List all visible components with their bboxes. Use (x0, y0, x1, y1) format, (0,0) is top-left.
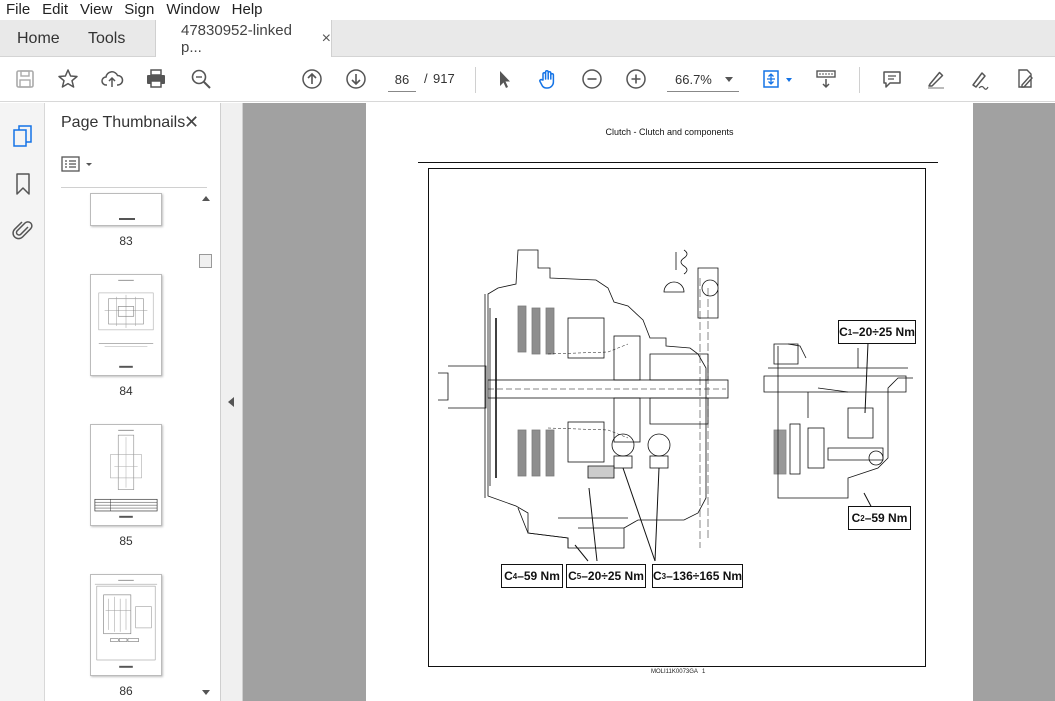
star-icon[interactable] (56, 67, 80, 91)
zoom-in-icon[interactable] (624, 67, 648, 91)
callout-c4-value: –59 Nm (517, 569, 560, 583)
next-page-icon[interactable] (344, 67, 368, 91)
callout-c3-letter: C (652, 569, 662, 583)
thumbnails-panel: Page Thumbnails ✕ 83 84 85 86 (45, 103, 221, 701)
hand-tool-icon[interactable] (536, 67, 560, 91)
tab-tools[interactable]: Tools (88, 20, 125, 57)
thumbnail-drawing-86 (94, 579, 158, 668)
header-rule (418, 162, 938, 163)
scrolling-mode-icon[interactable] (814, 67, 838, 91)
menu-edit[interactable]: Edit (36, 0, 74, 20)
chevron-down-icon (725, 77, 733, 82)
callout-c3-value: –136÷165 Nm (666, 569, 743, 583)
document-viewer[interactable]: Clutch - Clutch and components C 1 –20÷2… (243, 103, 1055, 701)
thumbnail-drawing-84 (98, 279, 154, 368)
thumbnail-label-86: 86 (119, 684, 133, 698)
panel-divider (61, 187, 207, 188)
menu-file[interactable]: File (0, 0, 36, 20)
tab-home[interactable]: Home (17, 20, 60, 57)
attachment-icon[interactable] (11, 217, 35, 243)
figure-number: 1 (702, 669, 706, 675)
collapse-arrow-icon[interactable] (228, 397, 234, 407)
page-separator: / (424, 71, 428, 86)
previous-page-icon[interactable] (300, 67, 324, 91)
page-total: 917 (433, 71, 455, 86)
fit-page-dropdown-icon[interactable] (786, 78, 792, 82)
callout-c2-value: –59 Nm (864, 511, 908, 525)
print-icon[interactable] (144, 67, 168, 91)
tab-close-icon[interactable]: × (322, 30, 331, 48)
scroll-up-icon[interactable] (202, 196, 210, 201)
thumbnail-page-84[interactable] (90, 274, 162, 376)
scroll-down-icon[interactable] (202, 690, 210, 695)
fit-page-icon[interactable] (759, 67, 783, 91)
thumbnail-page-83[interactable] (90, 193, 162, 226)
torque-callout-c5: C 5 –20÷25 Nm (566, 564, 646, 588)
toolbar: 86 / 917 66.7% (0, 57, 1055, 102)
thumbnail-page-85[interactable] (90, 424, 162, 526)
thumbnail-label-83: 83 (119, 234, 133, 248)
menu-view[interactable]: View (74, 0, 118, 20)
menu-bar: File Edit View Sign Window Help (0, 0, 1055, 20)
tab-document[interactable]: 47830952-linked p... × (155, 20, 332, 58)
figure-code: MOLI11K0073GA (651, 669, 698, 675)
page-number-input[interactable]: 86 (388, 68, 416, 92)
page-header: Clutch - Clutch and components (605, 127, 734, 137)
select-cursor-icon[interactable] (492, 67, 516, 91)
menu-help[interactable]: Help (226, 0, 269, 20)
callout-c2-letter: C (851, 511, 861, 525)
thumbnail-page-86[interactable] (90, 574, 162, 676)
toolbar-divider-2 (859, 67, 860, 93)
callout-c1-letter: C (839, 325, 848, 339)
torque-callout-c2: C 2 –59 Nm (848, 506, 911, 530)
zoom-level-select[interactable]: 66.7% (667, 68, 739, 92)
clutch-cross-section-drawing (428, 168, 926, 667)
page-thumbnails-icon[interactable] (11, 123, 35, 149)
callout-c5-value: –20÷25 Nm (581, 569, 644, 583)
callout-c1-value: –20÷25 Nm (852, 325, 915, 339)
save-icon[interactable] (13, 67, 37, 91)
panel-collapse-bar[interactable] (221, 103, 243, 701)
torque-callout-c4: C 4 –59 Nm (501, 564, 563, 588)
thumb-footer-mark (119, 218, 135, 220)
thumbnail-drawing-85 (94, 429, 158, 518)
edit-pdf-icon[interactable] (1012, 67, 1036, 91)
bookmark-icon[interactable] (13, 171, 33, 197)
scrollbar-thumb[interactable] (199, 254, 212, 268)
zoom-search-icon[interactable] (189, 67, 213, 91)
thumbnail-scrollbar[interactable] (199, 196, 213, 699)
document-page: Clutch - Clutch and components C 1 –20÷2… (366, 103, 973, 701)
callout-c4-letter: C (504, 569, 513, 583)
sign-pen-icon[interactable] (968, 67, 992, 91)
zoom-level-value: 66.7% (675, 72, 712, 87)
left-rail (0, 103, 45, 701)
thumbnail-label-84: 84 (119, 384, 133, 398)
thumbnail-label-85: 85 (119, 534, 133, 548)
comment-icon[interactable] (880, 67, 904, 91)
torque-callout-c3: C 3 –136÷165 Nm (652, 564, 743, 588)
toolbar-divider (475, 67, 476, 93)
menu-window[interactable]: Window (160, 0, 225, 20)
torque-callout-c1: C 1 –20÷25 Nm (838, 320, 916, 344)
panel-close-icon[interactable]: ✕ (184, 112, 199, 133)
zoom-out-icon[interactable] (580, 67, 604, 91)
menu-sign[interactable]: Sign (118, 0, 160, 20)
callout-c5-letter: C (568, 569, 577, 583)
tab-document-title: 47830952-linked p... (181, 22, 292, 56)
tab-bar: Home Tools 47830952-linked p... × (0, 20, 1055, 58)
highlight-pen-icon[interactable] (924, 67, 948, 91)
thumbnail-options-button[interactable] (61, 155, 97, 175)
upload-cloud-icon[interactable] (100, 67, 124, 91)
panel-title: Page Thumbnails (61, 114, 186, 131)
